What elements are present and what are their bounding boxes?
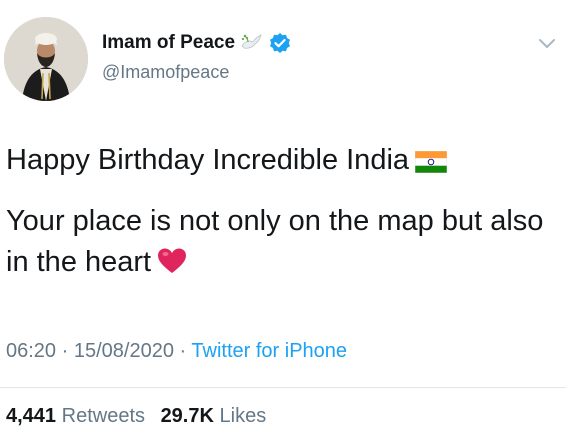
red-heart-emoji <box>157 246 187 287</box>
avatar[interactable] <box>4 17 88 101</box>
profile-photo <box>4 17 88 101</box>
verified-badge-icon <box>269 32 291 54</box>
tweet-line-1: Happy Birthday Incredible India <box>6 140 561 185</box>
retweets-label: Retweets <box>61 405 145 427</box>
account-handle[interactable]: @Imamofpeace <box>102 62 229 83</box>
tweet-line-2: Your place is not only on the map but al… <box>6 201 561 287</box>
tweet-time[interactable]: 06:20 <box>6 340 56 362</box>
author-name-row[interactable]: Imam of Peace <box>102 32 291 54</box>
display-name[interactable]: Imam of Peace <box>102 32 235 54</box>
tweet-text: Happy Birthday Incredible India Your pla… <box>6 140 561 287</box>
meta-separator: · <box>61 340 69 362</box>
india-flag-emoji <box>414 144 448 185</box>
likes-label: Likes <box>219 405 267 427</box>
dove-icon <box>239 32 263 54</box>
likes-count: 29.7K <box>160 405 214 427</box>
tweet-meta: 06:20 · 15/08/2020 · Twitter for iPhone <box>6 340 347 363</box>
retweets-count: 4,441 <box>6 405 57 427</box>
retweets-stat[interactable]: 4,441 Retweets <box>6 405 151 427</box>
tweet-stats: 4,441 Retweets 29.7K Likes <box>6 405 266 428</box>
divider <box>0 387 566 388</box>
tweet-source-link[interactable]: Twitter for iPhone <box>191 340 347 362</box>
meta-separator: · <box>179 340 187 362</box>
tweet-date[interactable]: 15/08/2020 <box>74 340 174 362</box>
tweet-line-1-text: Happy Birthday Incredible India <box>6 144 410 176</box>
tweet-line-2-text: Your place is not only on the map but al… <box>6 205 544 278</box>
chevron-down-icon[interactable] <box>536 34 558 52</box>
likes-stat[interactable]: 29.7K Likes <box>161 405 267 427</box>
